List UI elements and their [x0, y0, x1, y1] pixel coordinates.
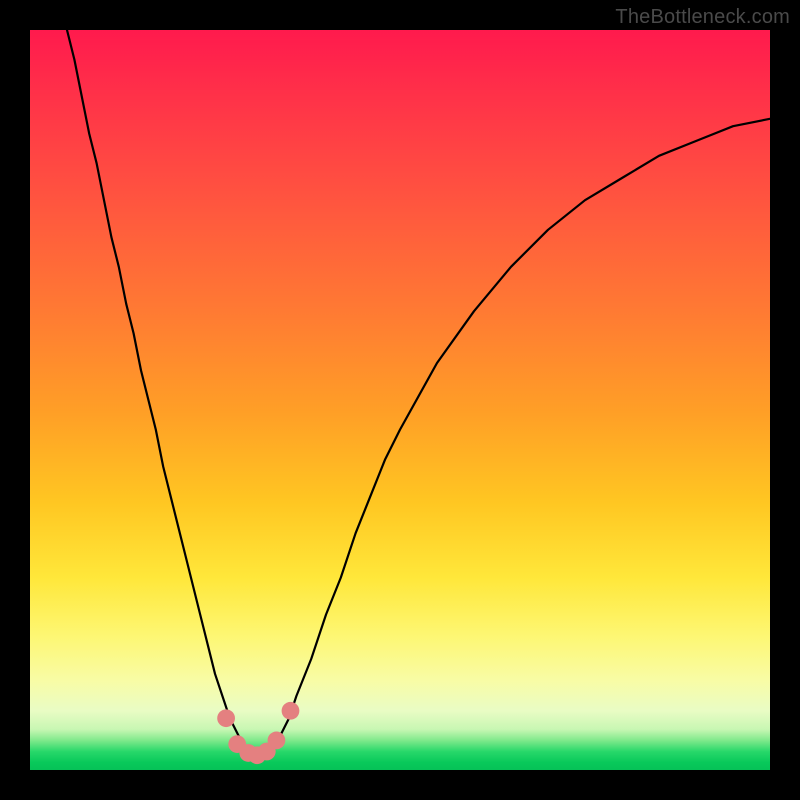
plot-area — [30, 30, 770, 770]
data-markers — [217, 702, 299, 764]
chart-overlay-svg — [30, 30, 770, 770]
data-marker — [282, 702, 300, 720]
data-marker — [217, 709, 235, 727]
data-marker — [268, 732, 286, 750]
watermark-text: TheBottleneck.com — [615, 6, 790, 29]
bottleneck-curve — [67, 30, 770, 755]
chart-frame: TheBottleneck.com — [0, 0, 800, 800]
